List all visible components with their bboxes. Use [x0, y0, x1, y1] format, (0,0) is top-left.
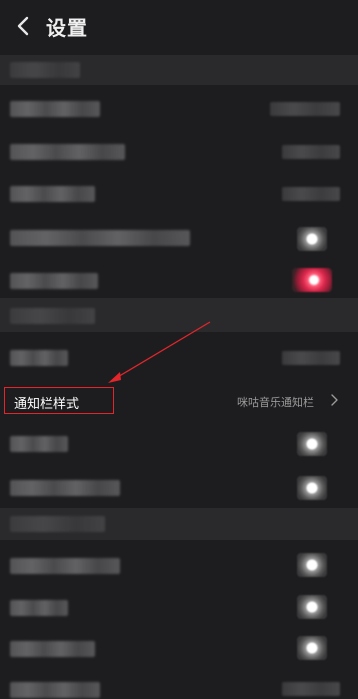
settings-row-blurred[interactable]: [0, 175, 358, 213]
section-divider: [0, 508, 358, 540]
row-label-blurred: [10, 436, 68, 452]
row-label-blurred: [10, 350, 68, 366]
toggle-switch-on[interactable]: [292, 268, 332, 292]
toggle-switch[interactable]: [297, 553, 327, 577]
toggle-switch[interactable]: [297, 476, 327, 500]
row-label-blurred: [10, 600, 68, 616]
chevron-right-icon[interactable]: [330, 394, 339, 406]
notification-style-value: 咪咕音乐通知栏: [237, 396, 314, 409]
section-divider: [0, 55, 358, 85]
row-label-blurred: [10, 144, 125, 160]
settings-row-blurred[interactable]: [0, 630, 358, 670]
settings-row-blurred[interactable]: [0, 132, 358, 170]
row-label-blurred: [10, 558, 120, 574]
row-label-blurred: [10, 480, 120, 496]
settings-row-blurred[interactable]: [0, 588, 358, 628]
toggle-switch[interactable]: [297, 432, 327, 456]
settings-row-blurred[interactable]: [0, 468, 358, 508]
settings-row-blurred[interactable]: [0, 674, 358, 699]
section-header-blurred: [10, 62, 80, 78]
page-title: 设置: [46, 16, 88, 40]
section-header-blurred: [10, 516, 105, 532]
settings-row-blurred[interactable]: [0, 220, 358, 258]
section-header-blurred: [10, 308, 95, 324]
row-value-blurred: [282, 187, 340, 201]
row-label-blurred: [10, 682, 100, 698]
row-label-blurred: [10, 641, 95, 657]
row-value-blurred: [282, 682, 340, 696]
chevron-left-icon[interactable]: [14, 15, 32, 37]
row-label-blurred: [10, 101, 100, 117]
row-value-blurred: [282, 145, 340, 159]
settings-row-blurred[interactable]: [0, 424, 358, 464]
toggle-switch[interactable]: [297, 227, 327, 251]
section-divider: [0, 298, 358, 332]
row-label-blurred: [10, 273, 98, 289]
row-label-blurred: [10, 230, 190, 246]
toggle-switch[interactable]: [297, 636, 327, 660]
settings-row-blurred[interactable]: [0, 262, 358, 300]
row-value-blurred: [282, 351, 340, 365]
settings-row-blurred[interactable]: [0, 338, 358, 376]
settings-row-blurred[interactable]: [0, 90, 358, 128]
row-label-blurred: [10, 186, 95, 202]
row-value-blurred: [270, 102, 340, 116]
top-bar: 设置: [0, 0, 358, 52]
settings-row-blurred[interactable]: [0, 547, 358, 587]
toggle-switch[interactable]: [297, 595, 327, 619]
notification-style-label: 通知栏样式: [14, 397, 80, 412]
